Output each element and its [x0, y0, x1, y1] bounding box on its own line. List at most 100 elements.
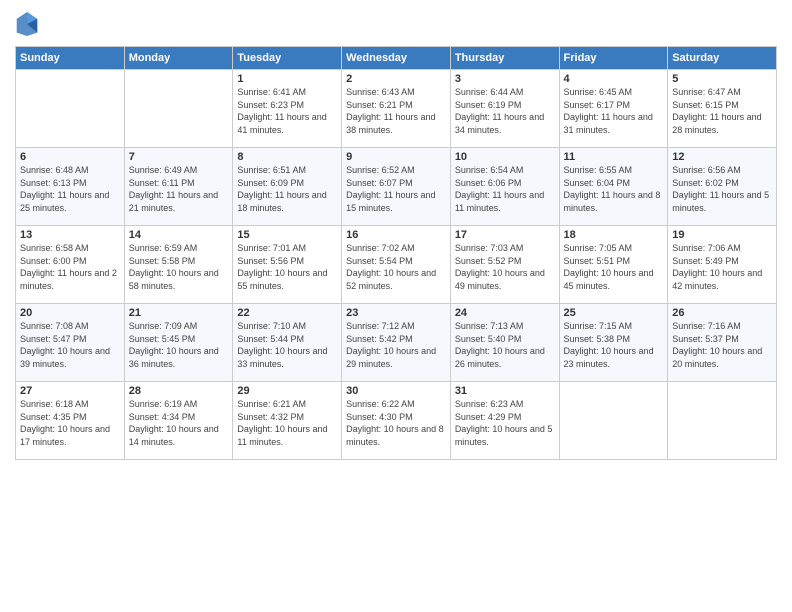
- calendar-cell: 13Sunrise: 6:58 AM Sunset: 6:00 PM Dayli…: [16, 226, 125, 304]
- day-info: Sunrise: 6:51 AM Sunset: 6:09 PM Dayligh…: [237, 164, 337, 214]
- day-number: 12: [672, 151, 772, 163]
- day-number: 3: [455, 73, 555, 85]
- calendar-cell: 16Sunrise: 7:02 AM Sunset: 5:54 PM Dayli…: [342, 226, 451, 304]
- day-info: Sunrise: 6:45 AM Sunset: 6:17 PM Dayligh…: [564, 86, 664, 136]
- day-number: 6: [20, 151, 120, 163]
- day-number: 16: [346, 229, 446, 241]
- day-info: Sunrise: 6:48 AM Sunset: 6:13 PM Dayligh…: [20, 164, 120, 214]
- calendar-cell: 11Sunrise: 6:55 AM Sunset: 6:04 PM Dayli…: [559, 148, 668, 226]
- calendar-cell: 7Sunrise: 6:49 AM Sunset: 6:11 PM Daylig…: [124, 148, 233, 226]
- day-number: 8: [237, 151, 337, 163]
- weekday-header-friday: Friday: [559, 47, 668, 70]
- day-number: 27: [20, 385, 120, 397]
- calendar-cell: 23Sunrise: 7:12 AM Sunset: 5:42 PM Dayli…: [342, 304, 451, 382]
- calendar-cell: 28Sunrise: 6:19 AM Sunset: 4:34 PM Dayli…: [124, 382, 233, 460]
- day-number: 24: [455, 307, 555, 319]
- weekday-header-sunday: Sunday: [16, 47, 125, 70]
- calendar-cell: 18Sunrise: 7:05 AM Sunset: 5:51 PM Dayli…: [559, 226, 668, 304]
- weekday-header-saturday: Saturday: [668, 47, 777, 70]
- day-info: Sunrise: 7:09 AM Sunset: 5:45 PM Dayligh…: [129, 320, 229, 370]
- day-number: 23: [346, 307, 446, 319]
- calendar-cell: 4Sunrise: 6:45 AM Sunset: 6:17 PM Daylig…: [559, 70, 668, 148]
- calendar-cell: 2Sunrise: 6:43 AM Sunset: 6:21 PM Daylig…: [342, 70, 451, 148]
- day-number: 19: [672, 229, 772, 241]
- day-info: Sunrise: 7:12 AM Sunset: 5:42 PM Dayligh…: [346, 320, 446, 370]
- calendar-cell: 17Sunrise: 7:03 AM Sunset: 5:52 PM Dayli…: [450, 226, 559, 304]
- day-info: Sunrise: 7:10 AM Sunset: 5:44 PM Dayligh…: [237, 320, 337, 370]
- day-info: Sunrise: 7:01 AM Sunset: 5:56 PM Dayligh…: [237, 242, 337, 292]
- calendar-cell: 9Sunrise: 6:52 AM Sunset: 6:07 PM Daylig…: [342, 148, 451, 226]
- day-info: Sunrise: 7:05 AM Sunset: 5:51 PM Dayligh…: [564, 242, 664, 292]
- calendar-cell: 20Sunrise: 7:08 AM Sunset: 5:47 PM Dayli…: [16, 304, 125, 382]
- calendar-cell: 14Sunrise: 6:59 AM Sunset: 5:58 PM Dayli…: [124, 226, 233, 304]
- weekday-header-tuesday: Tuesday: [233, 47, 342, 70]
- day-number: 7: [129, 151, 229, 163]
- day-info: Sunrise: 6:54 AM Sunset: 6:06 PM Dayligh…: [455, 164, 555, 214]
- calendar-cell: [559, 382, 668, 460]
- day-number: 28: [129, 385, 229, 397]
- weekday-header-row: SundayMondayTuesdayWednesdayThursdayFrid…: [16, 47, 777, 70]
- calendar-table: SundayMondayTuesdayWednesdayThursdayFrid…: [15, 46, 777, 460]
- day-number: 10: [455, 151, 555, 163]
- day-info: Sunrise: 6:52 AM Sunset: 6:07 PM Dayligh…: [346, 164, 446, 214]
- day-info: Sunrise: 6:44 AM Sunset: 6:19 PM Dayligh…: [455, 86, 555, 136]
- day-info: Sunrise: 6:59 AM Sunset: 5:58 PM Dayligh…: [129, 242, 229, 292]
- day-number: 5: [672, 73, 772, 85]
- day-number: 25: [564, 307, 664, 319]
- day-number: 4: [564, 73, 664, 85]
- day-info: Sunrise: 7:03 AM Sunset: 5:52 PM Dayligh…: [455, 242, 555, 292]
- weekday-header-thursday: Thursday: [450, 47, 559, 70]
- day-number: 18: [564, 229, 664, 241]
- calendar-cell: 21Sunrise: 7:09 AM Sunset: 5:45 PM Dayli…: [124, 304, 233, 382]
- day-info: Sunrise: 6:47 AM Sunset: 6:15 PM Dayligh…: [672, 86, 772, 136]
- week-row-2: 6Sunrise: 6:48 AM Sunset: 6:13 PM Daylig…: [16, 148, 777, 226]
- logo: [15, 10, 43, 38]
- logo-icon: [15, 10, 39, 38]
- day-info: Sunrise: 6:22 AM Sunset: 4:30 PM Dayligh…: [346, 398, 446, 448]
- week-row-4: 20Sunrise: 7:08 AM Sunset: 5:47 PM Dayli…: [16, 304, 777, 382]
- day-info: Sunrise: 7:08 AM Sunset: 5:47 PM Dayligh…: [20, 320, 120, 370]
- day-info: Sunrise: 7:16 AM Sunset: 5:37 PM Dayligh…: [672, 320, 772, 370]
- weekday-header-wednesday: Wednesday: [342, 47, 451, 70]
- calendar-cell: 24Sunrise: 7:13 AM Sunset: 5:40 PM Dayli…: [450, 304, 559, 382]
- calendar-cell: 3Sunrise: 6:44 AM Sunset: 6:19 PM Daylig…: [450, 70, 559, 148]
- day-number: 29: [237, 385, 337, 397]
- day-info: Sunrise: 6:49 AM Sunset: 6:11 PM Dayligh…: [129, 164, 229, 214]
- calendar-cell: 31Sunrise: 6:23 AM Sunset: 4:29 PM Dayli…: [450, 382, 559, 460]
- day-number: 1: [237, 73, 337, 85]
- day-number: 26: [672, 307, 772, 319]
- day-info: Sunrise: 6:55 AM Sunset: 6:04 PM Dayligh…: [564, 164, 664, 214]
- weekday-header-monday: Monday: [124, 47, 233, 70]
- week-row-5: 27Sunrise: 6:18 AM Sunset: 4:35 PM Dayli…: [16, 382, 777, 460]
- week-row-3: 13Sunrise: 6:58 AM Sunset: 6:00 PM Dayli…: [16, 226, 777, 304]
- day-info: Sunrise: 6:23 AM Sunset: 4:29 PM Dayligh…: [455, 398, 555, 448]
- calendar-cell: [16, 70, 125, 148]
- day-number: 21: [129, 307, 229, 319]
- page: SundayMondayTuesdayWednesdayThursdayFrid…: [0, 0, 792, 612]
- day-number: 14: [129, 229, 229, 241]
- calendar-cell: 29Sunrise: 6:21 AM Sunset: 4:32 PM Dayli…: [233, 382, 342, 460]
- day-info: Sunrise: 6:18 AM Sunset: 4:35 PM Dayligh…: [20, 398, 120, 448]
- day-info: Sunrise: 7:06 AM Sunset: 5:49 PM Dayligh…: [672, 242, 772, 292]
- day-info: Sunrise: 6:19 AM Sunset: 4:34 PM Dayligh…: [129, 398, 229, 448]
- day-info: Sunrise: 7:02 AM Sunset: 5:54 PM Dayligh…: [346, 242, 446, 292]
- day-info: Sunrise: 6:43 AM Sunset: 6:21 PM Dayligh…: [346, 86, 446, 136]
- calendar-cell: 19Sunrise: 7:06 AM Sunset: 5:49 PM Dayli…: [668, 226, 777, 304]
- calendar-cell: 26Sunrise: 7:16 AM Sunset: 5:37 PM Dayli…: [668, 304, 777, 382]
- day-number: 31: [455, 385, 555, 397]
- calendar-cell: 1Sunrise: 6:41 AM Sunset: 6:23 PM Daylig…: [233, 70, 342, 148]
- calendar-cell: 5Sunrise: 6:47 AM Sunset: 6:15 PM Daylig…: [668, 70, 777, 148]
- calendar-cell: 12Sunrise: 6:56 AM Sunset: 6:02 PM Dayli…: [668, 148, 777, 226]
- calendar-cell: 15Sunrise: 7:01 AM Sunset: 5:56 PM Dayli…: [233, 226, 342, 304]
- day-info: Sunrise: 6:58 AM Sunset: 6:00 PM Dayligh…: [20, 242, 120, 292]
- header: [15, 10, 777, 38]
- day-number: 30: [346, 385, 446, 397]
- day-number: 17: [455, 229, 555, 241]
- calendar-cell: 30Sunrise: 6:22 AM Sunset: 4:30 PM Dayli…: [342, 382, 451, 460]
- calendar-cell: 6Sunrise: 6:48 AM Sunset: 6:13 PM Daylig…: [16, 148, 125, 226]
- day-number: 22: [237, 307, 337, 319]
- day-info: Sunrise: 6:21 AM Sunset: 4:32 PM Dayligh…: [237, 398, 337, 448]
- day-number: 2: [346, 73, 446, 85]
- day-number: 15: [237, 229, 337, 241]
- day-number: 11: [564, 151, 664, 163]
